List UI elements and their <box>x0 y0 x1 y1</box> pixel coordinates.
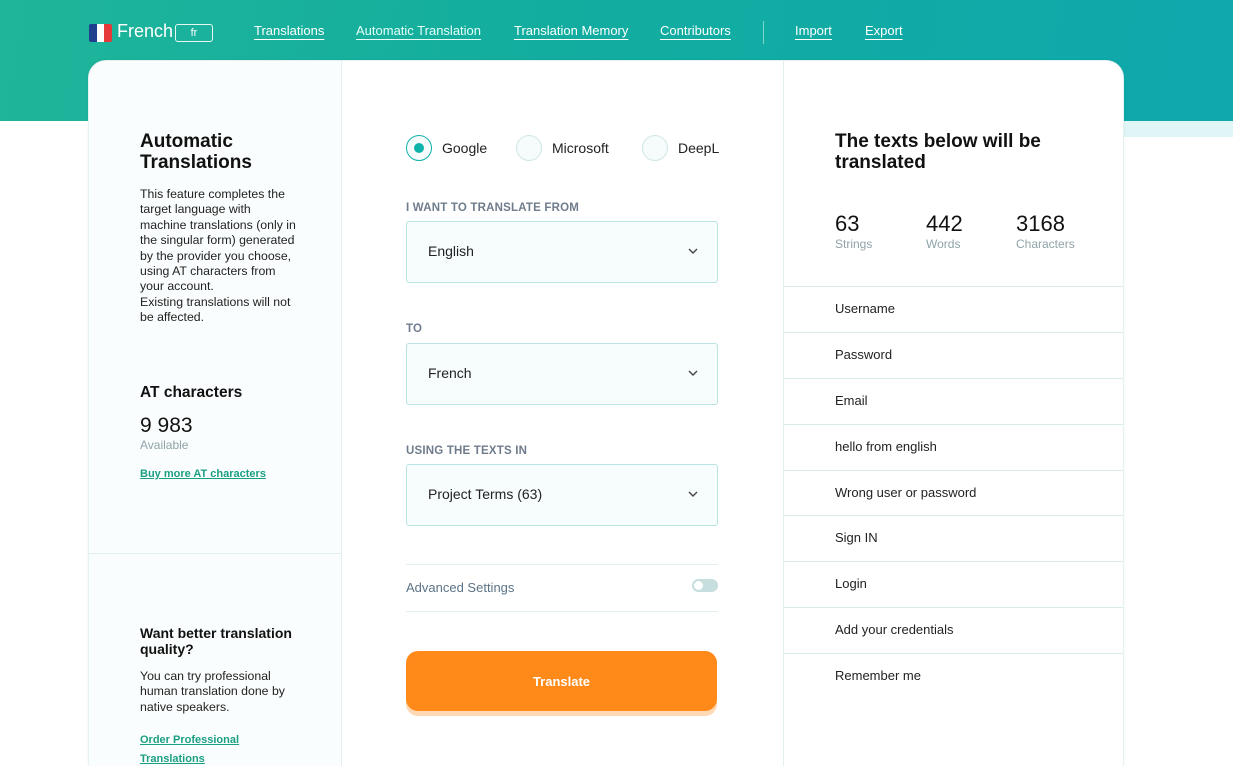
section-divider <box>89 553 342 554</box>
order-professional-translations-link[interactable]: Order Professional Translations <box>140 731 250 766</box>
target-language-value: French <box>428 365 472 381</box>
provider-radio-google[interactable]: Google <box>406 135 487 161</box>
divider <box>406 611 718 612</box>
nav-divider <box>763 21 764 44</box>
chevron-down-icon <box>688 491 698 497</box>
flag-stripe <box>96 24 105 42</box>
stat-label: Strings <box>835 237 873 251</box>
nav-import[interactable]: Import <box>795 23 832 38</box>
header-accent-strip <box>1123 121 1233 137</box>
at-characters-title: AT characters <box>140 384 243 401</box>
nav-translation-memory[interactable]: Translation Memory <box>514 23 628 38</box>
advanced-settings-toggle[interactable] <box>692 579 718 592</box>
list-item: Remember me <box>784 653 1123 699</box>
main-card: Automatic Translations This feature comp… <box>88 60 1124 766</box>
stat-label: Words <box>926 237 961 251</box>
radio-circle[interactable] <box>406 135 432 161</box>
list-item: Wrong user or password <box>784 469 1123 516</box>
list-item: Login <box>784 561 1123 607</box>
preview-column: The texts below will be translated 63 St… <box>783 61 1123 766</box>
feature-description-text: This feature completes the target langua… <box>140 187 296 325</box>
language-name: French <box>117 21 174 41</box>
stat-words: 442 Words <box>926 211 963 251</box>
better-quality-description: You can try professional human translati… <box>140 669 285 714</box>
french-flag-icon <box>89 24 112 42</box>
source-texts-select[interactable]: Project Terms (63) <box>406 464 718 526</box>
stat-label: Characters <box>1016 237 1075 251</box>
target-language-label: TO <box>406 323 423 335</box>
stat-value: 63 <box>835 211 860 236</box>
nav-translations[interactable]: Translations <box>254 23 324 38</box>
list-item: Password <box>784 331 1123 378</box>
better-quality-title: Want better translation quality? <box>140 625 292 657</box>
stat-value: 442 <box>926 211 963 236</box>
provider-radio-deepl[interactable]: DeepL <box>642 135 719 161</box>
page-title: Automatic Translations <box>140 131 252 173</box>
preview-title: The texts below will be translated <box>835 131 1041 173</box>
divider <box>406 564 718 565</box>
language-code-badge: fr <box>175 24 213 42</box>
stat-strings: 63 Strings <box>835 211 872 251</box>
buy-at-characters-link[interactable]: Buy more AT characters <box>140 468 266 480</box>
advanced-settings-label: Advanced Settings <box>406 580 515 595</box>
source-texts-value: Project Terms (63) <box>428 486 543 502</box>
settings-column: Google Microsoft DeepL I WANT TO TRANSLA… <box>342 61 783 766</box>
list-item: Add your credentials <box>784 607 1123 653</box>
list-item: Sign IN <box>784 515 1123 561</box>
list-item: Username <box>784 286 1123 332</box>
provider-label: DeepL <box>678 140 720 156</box>
flag-stripe <box>89 24 97 42</box>
source-language-select[interactable]: English <box>406 221 718 283</box>
source-language-label: I WANT TO TRANSLATE FROM <box>406 202 580 214</box>
stat-characters: 3168 Characters <box>1016 211 1075 251</box>
at-characters-count: 9 983 <box>140 414 193 437</box>
list-item: hello from english <box>784 423 1123 470</box>
provider-radio-microsoft[interactable]: Microsoft <box>516 135 609 161</box>
provider-label: Google <box>442 140 488 156</box>
target-language-select[interactable]: French <box>406 343 718 405</box>
provider-label: Microsoft <box>552 140 609 156</box>
radio-circle[interactable] <box>516 135 542 161</box>
translate-button[interactable]: Translate <box>406 651 717 711</box>
nav-contributors[interactable]: Contributors <box>660 23 731 38</box>
stat-value: 3168 <box>1016 211 1065 236</box>
source-texts-label: USING THE TEXTS IN <box>406 445 528 457</box>
radio-circle[interactable] <box>642 135 668 161</box>
flag-stripe <box>104 24 112 42</box>
texts-list: Username Password Email hello from engli… <box>784 286 1123 699</box>
top-header: French fr Translations Automatic Transla… <box>0 0 1233 62</box>
source-language-value: English <box>428 243 474 259</box>
info-column: Automatic Translations This feature comp… <box>89 61 342 766</box>
list-item: Email <box>784 377 1123 424</box>
chevron-down-icon <box>688 248 698 254</box>
feature-description: This feature completes the target langua… <box>140 187 300 326</box>
chevron-down-icon <box>688 370 698 376</box>
nav-export[interactable]: Export <box>865 23 903 38</box>
at-characters-available-label: Available <box>140 438 189 452</box>
nav-automatic-translation[interactable]: Automatic Translation <box>356 23 481 38</box>
